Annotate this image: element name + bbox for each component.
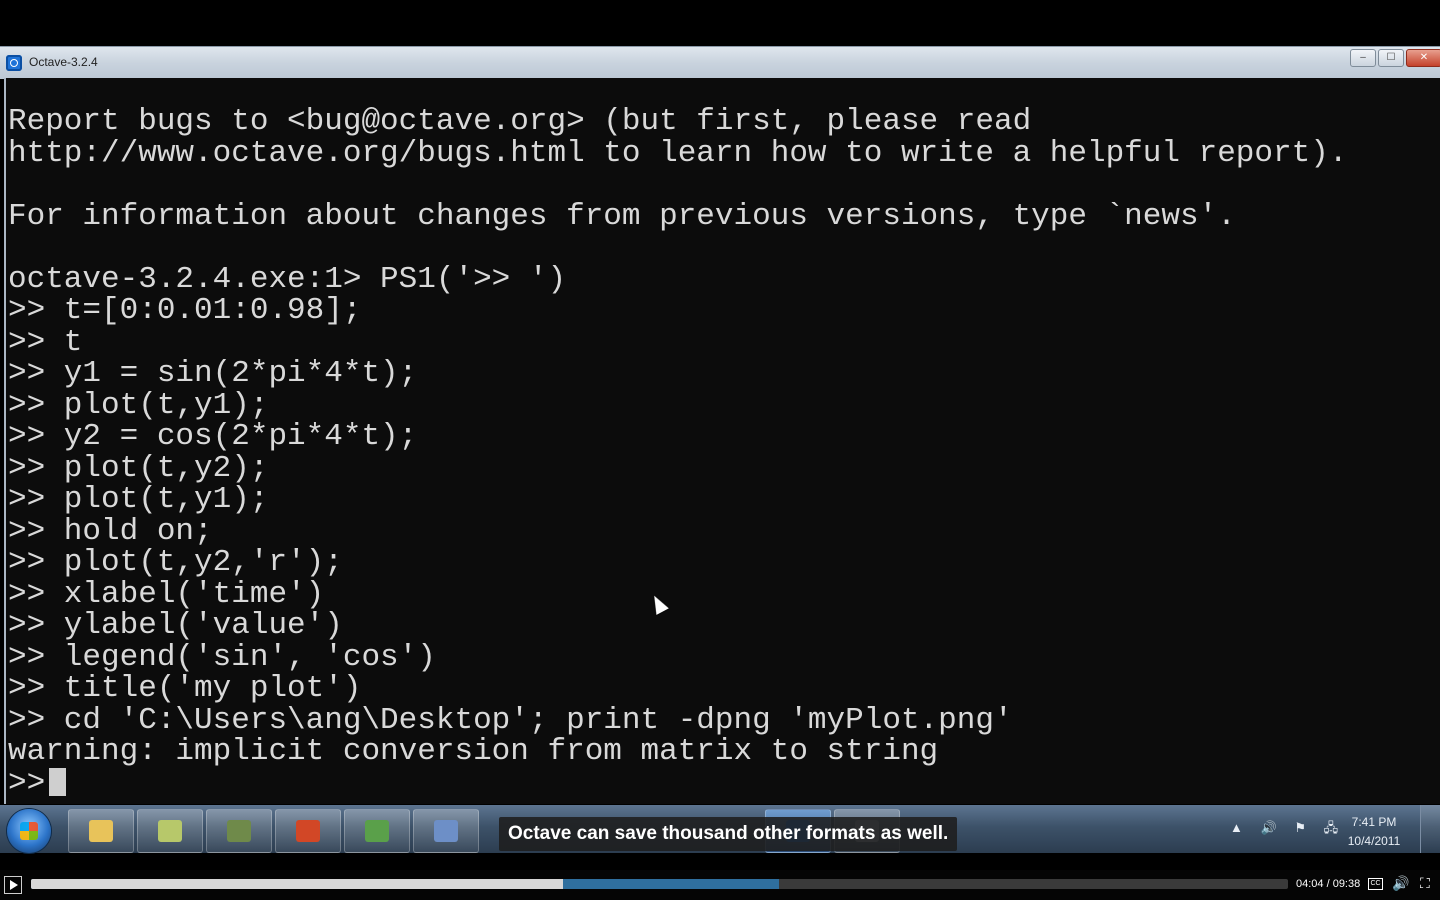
octave-app-icon — [6, 55, 22, 71]
powerpoint-icon — [296, 820, 320, 842]
flag-icon[interactable]: ⚑ — [1294, 820, 1306, 835]
console-line: warning: implicit conversion from matrix… — [8, 734, 939, 769]
notes-icon — [158, 820, 182, 842]
playback-time: 04:04 / 09:38 — [1296, 878, 1361, 890]
explorer-icon — [89, 820, 113, 842]
video-player-controls: 04:04 / 09:38 CC 🔊 ⛶ — [0, 870, 1440, 900]
taskbar-app-tools[interactable] — [206, 809, 272, 853]
console-line: >> y1 = sin(2*pi*4*t); — [8, 356, 418, 391]
console-line: >> ylabel('value') — [8, 608, 343, 643]
console-line: >> hold on; — [8, 513, 213, 549]
tools-icon — [227, 820, 251, 842]
console-input-line[interactable]: >> — [8, 765, 1347, 801]
console-line: Report bugs to <bug@octave.org> (but fir… — [8, 104, 1032, 139]
taskbar-app-explorer[interactable] — [68, 809, 134, 853]
show-desktop-button[interactable] — [1420, 805, 1440, 853]
console-line: >> t=[0:0.01:0.98]; — [8, 293, 362, 328]
console-line: >> plot(t,y2,'r'); — [8, 545, 343, 580]
console-line: >> plot(t,y1); — [8, 482, 269, 517]
volume-icon[interactable]: 🔊 — [1261, 820, 1277, 835]
closed-captions-button[interactable]: CC — [1368, 878, 1383, 890]
maximize-button[interactable]: ☐ — [1378, 49, 1404, 67]
start-button[interactable] — [7, 809, 51, 853]
taskbar-clock[interactable]: 7:41 PM 10/4/2011 — [1335, 813, 1413, 851]
taskbar-app-remote-desktop[interactable] — [413, 809, 479, 853]
fullscreen-button[interactable]: ⛶ — [1420, 875, 1430, 892]
console-line: >> t — [8, 324, 83, 360]
console-line: >> xlabel('time') — [8, 576, 325, 612]
console-line: >> legend('sin', 'cos') — [8, 639, 436, 675]
console-line: For information about changes from previ… — [8, 198, 1236, 234]
tray-chevron-icon[interactable]: ▲ — [1230, 820, 1243, 835]
taskbar-app-network[interactable] — [344, 809, 410, 853]
console-prompt: >> — [8, 765, 46, 801]
video-subtitle: Octave can save thousand other formats a… — [499, 817, 958, 851]
console-output: Report bugs to <bug@octave.org> (but fir… — [8, 106, 1347, 799]
played-progress — [31, 879, 563, 889]
remote-desktop-icon — [434, 820, 458, 842]
console-line: >> cd 'C:\Users\ang\Desktop'; print -dpn… — [8, 702, 1013, 738]
taskbar-app-notes[interactable] — [137, 809, 203, 853]
system-tray: ▲ 🔊 ⚑ 🖧 — [1230, 819, 1352, 841]
close-button[interactable]: ✕ — [1406, 49, 1440, 67]
console-line: >> plot(t,y1); — [8, 387, 269, 423]
network-icon — [365, 820, 389, 842]
clock-date: 10/4/2011 — [1347, 834, 1401, 848]
console-line: >> title('my plot') — [8, 671, 362, 706]
console-line: >> plot(t,y2); — [8, 450, 269, 486]
console-area[interactable]: Report bugs to <bug@octave.org> (but fir… — [4, 78, 1440, 804]
taskbar-app-powerpoint[interactable] — [275, 809, 341, 853]
play-button[interactable] — [4, 876, 22, 894]
window-title: Octave-3.2.4 — [29, 55, 98, 69]
minimize-button[interactable]: – — [1350, 49, 1376, 67]
octave-window[interactable]: Octave-3.2.4 – ☐ ✕ Report bugs to <bug@o… — [0, 46, 1440, 804]
clock-time: 7:41 PM — [1351, 815, 1397, 829]
seek-bar[interactable] — [31, 879, 1288, 889]
console-line: http://www.octave.org/bugs.html to learn… — [8, 135, 1348, 171]
window-titlebar[interactable]: Octave-3.2.4 – ☐ ✕ — [0, 46, 1440, 79]
console-line: >> y2 = cos(2*pi*4*t); — [8, 419, 418, 454]
volume-button[interactable]: 🔊 — [1392, 875, 1409, 892]
text-cursor — [49, 767, 67, 796]
console-line: octave-3.2.4.exe:1> PS1('>> ') — [8, 261, 567, 297]
